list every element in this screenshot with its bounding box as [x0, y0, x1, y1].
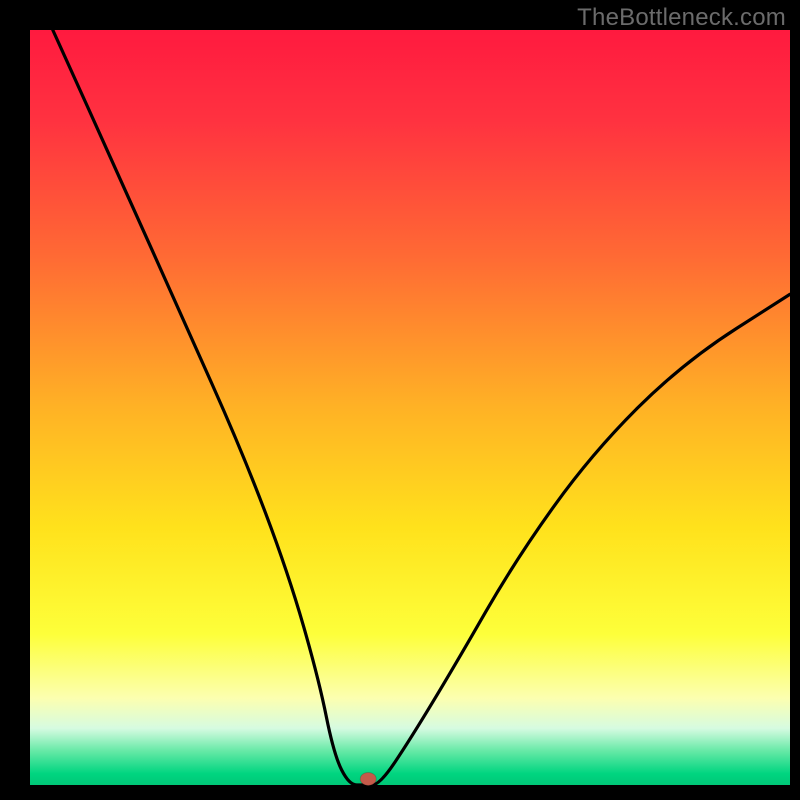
bottleneck-chart	[0, 0, 800, 800]
minimum-marker	[360, 772, 376, 785]
plot-background	[30, 30, 790, 785]
watermark-text: TheBottleneck.com	[577, 4, 786, 32]
chart-frame: TheBottleneck.com	[0, 0, 800, 800]
